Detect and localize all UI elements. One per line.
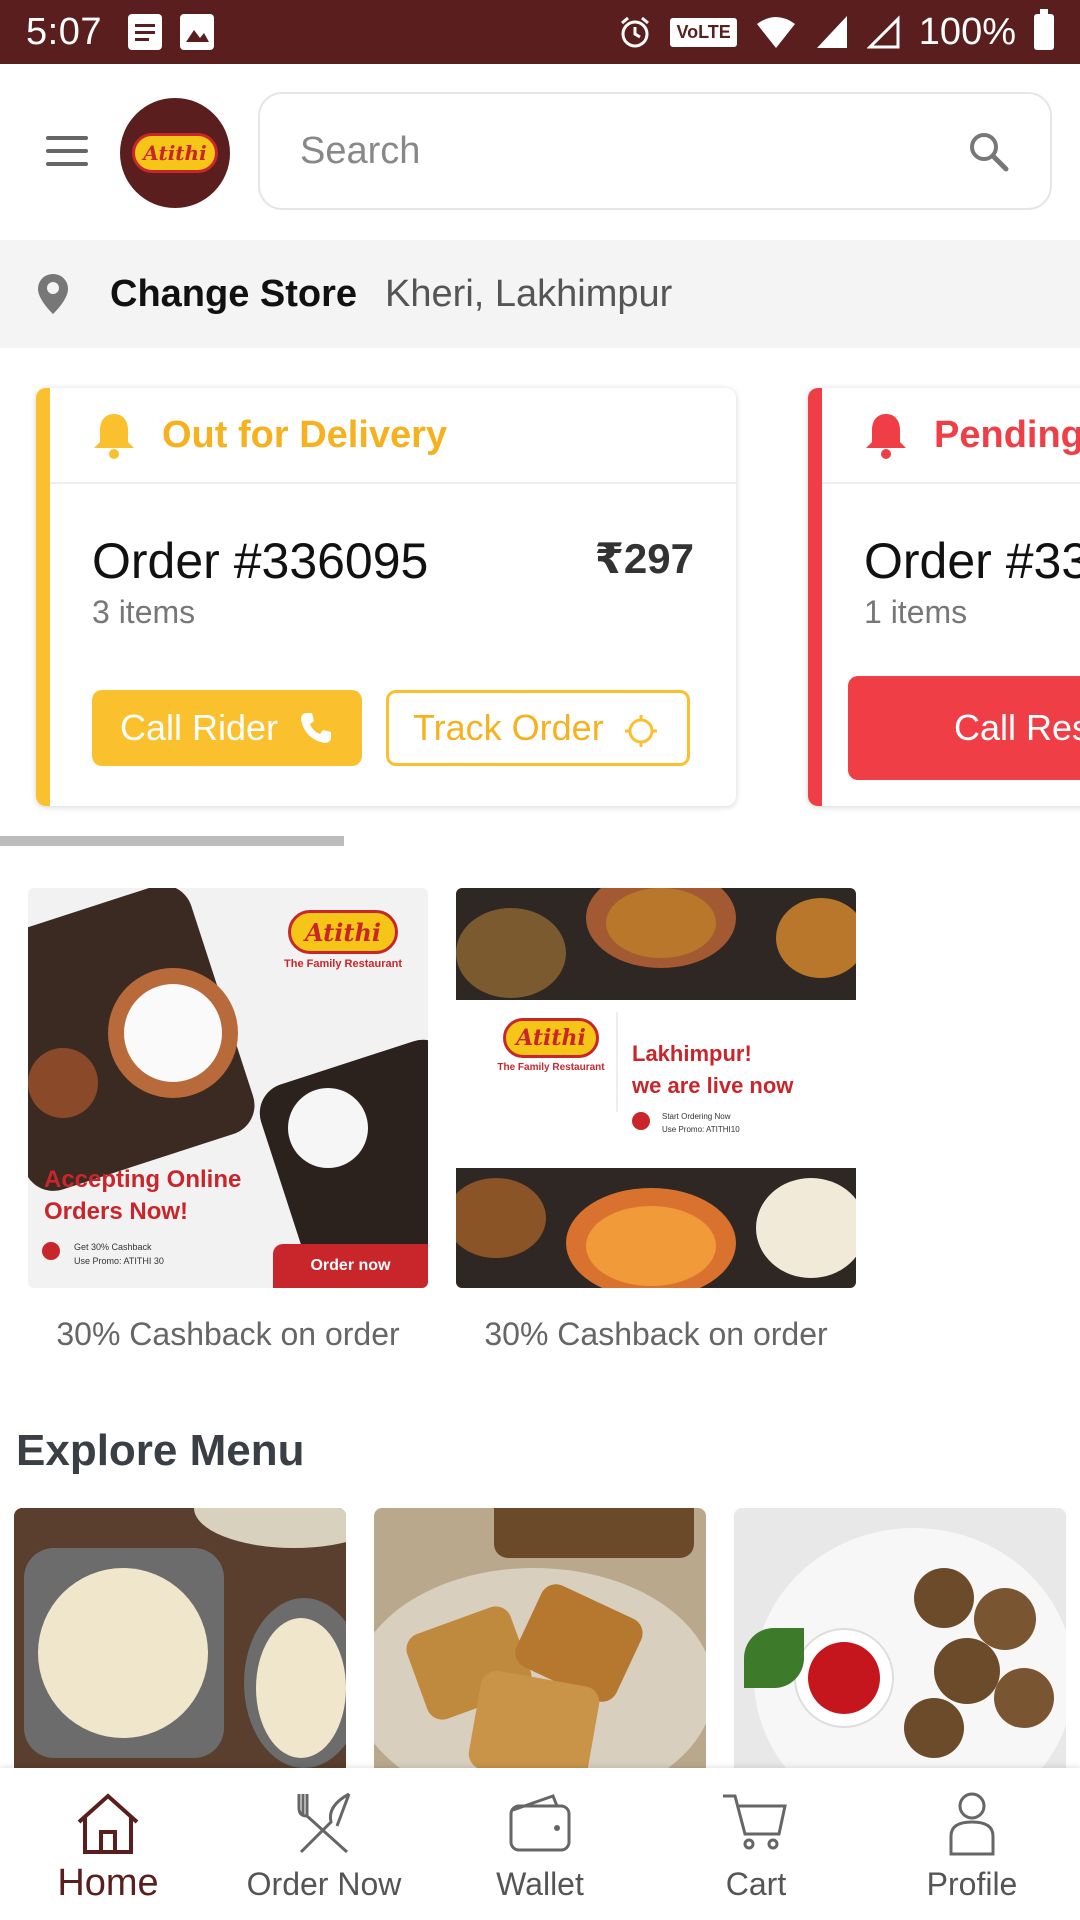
change-store-label[interactable]: Change Store: [110, 273, 357, 316]
call-restaurant-button[interactable]: Call Res: [848, 676, 1080, 780]
bottom-navigation: Home Order Now Wallet Cart Profile: [0, 1768, 1080, 1920]
promo-logo-text: Atithi: [304, 917, 382, 947]
crosshair-icon: [625, 715, 657, 747]
order-amount: ₹297: [594, 535, 694, 582]
order-card[interactable]: Pending Order #33 1 items Call Res: [808, 388, 1080, 806]
search-box[interactable]: Search: [258, 92, 1052, 210]
promo-caption: 30% Cashback on order: [484, 1316, 828, 1352]
top-header: Atithi Search: [0, 64, 1080, 238]
percent-badge-icon: [42, 1242, 60, 1260]
bell-icon: [94, 414, 134, 459]
order-card[interactable]: Out for Delivery Order #336095 3 items ₹…: [36, 388, 736, 806]
menu-category-tile[interactable]: [374, 1508, 706, 1768]
search-icon[interactable]: [966, 129, 1010, 173]
signal-empty-icon: [866, 15, 900, 49]
hamburger-menu-icon[interactable]: [46, 136, 88, 166]
promo-headline-1: Accepting Online: [44, 1166, 242, 1193]
bell-icon: [866, 414, 906, 459]
store-selector[interactable]: Change Store Kheri, Lakhimpur: [0, 240, 1080, 348]
logo-text: Atithi: [143, 141, 207, 165]
promo-banner[interactable]: Atithi The Family Restaurant Accepting O…: [28, 888, 428, 1288]
nav-cart-label: Cart: [725, 1866, 787, 1902]
promo-logo: Atithi The Family Restaurant: [278, 910, 408, 988]
track-order-label: Track Order: [413, 707, 604, 748]
nav-cart[interactable]: Cart: [648, 1768, 864, 1920]
promo-small-2: Use Promo: ATITHI10: [662, 1125, 740, 1134]
explore-menu-title: Explore Menu: [16, 1426, 305, 1475]
order-number: Order #33: [864, 533, 1080, 589]
volte-badge: VoLTE: [670, 17, 737, 47]
wifi-icon: [756, 17, 795, 48]
profile-icon: [949, 1792, 995, 1856]
image-notification-icon: [179, 14, 214, 50]
call-rider-label: Call Rider: [120, 707, 279, 748]
order-number: Order #336095: [92, 533, 429, 589]
carousel-scroll-indicator: [0, 836, 344, 846]
restaurant-logo[interactable]: Atithi: [120, 98, 230, 208]
promo-headline-1: Lakhimpur!: [632, 1041, 752, 1066]
nav-profile-label: Profile: [926, 1866, 1018, 1902]
wallet-icon: [509, 1794, 571, 1852]
promo-banner[interactable]: Atithi The Family Restaurant Lakhimpur! …: [456, 888, 856, 1288]
fork-knife-icon: [297, 1792, 351, 1854]
status-bar: 5:07 VoLTE 100%: [0, 0, 1080, 64]
nav-wallet-label: Wallet: [496, 1866, 584, 1902]
phone-icon: [301, 713, 331, 743]
search-input[interactable]: Search: [300, 130, 966, 173]
order-now-cta[interactable]: Order now: [273, 1244, 428, 1288]
promo-headline-2: Orders Now!: [44, 1198, 189, 1225]
battery-icon: [1034, 9, 1054, 50]
promo-small-1: Get 30% Cashback: [74, 1242, 152, 1252]
home-icon: [77, 1793, 139, 1854]
order-items-count: 1 items: [864, 594, 968, 630]
location-pin-icon: [38, 274, 68, 314]
status-time: 5:07: [26, 10, 102, 53]
alarm-icon: [621, 16, 650, 48]
promo-caption: 30% Cashback on order: [56, 1316, 400, 1352]
track-order-button[interactable]: Track Order: [386, 690, 690, 766]
order-status: Pending: [934, 413, 1080, 456]
promo-headline-2: we are live now: [632, 1073, 794, 1098]
promo-logo-subtitle: The Family Restaurant: [497, 1062, 605, 1073]
nav-wallet[interactable]: Wallet: [432, 1768, 648, 1920]
call-rider-button[interactable]: Call Rider: [92, 690, 362, 766]
nav-home[interactable]: Home: [0, 1768, 216, 1920]
promo-logo-text: Atithi: [516, 1025, 586, 1051]
promo-logo: Atithi The Family Restaurant: [486, 1018, 616, 1098]
menu-category-tile[interactable]: [14, 1508, 346, 1768]
promo-small-1: Start Ordering Now: [662, 1112, 731, 1121]
nav-order-now[interactable]: Order Now: [216, 1768, 432, 1920]
signal-icon: [816, 16, 847, 48]
call-restaurant-label: Call Res: [954, 707, 1080, 748]
app-screen: 5:07 VoLTE 100% Atithi Search Change Sto…: [0, 0, 1080, 1920]
menu-category-tile[interactable]: [734, 1508, 1066, 1768]
order-items-count: 3 items: [92, 594, 196, 630]
order-status: Out for Delivery: [162, 413, 448, 456]
nav-order-now-label: Order Now: [246, 1866, 402, 1902]
notes-notification-icon: [127, 14, 162, 50]
percent-badge-icon: [632, 1112, 650, 1130]
nav-home-label: Home: [57, 1862, 159, 1904]
battery-percent: 100%: [918, 10, 1016, 53]
promo-small-2: Use Promo: ATITHI 30: [74, 1256, 164, 1266]
promo-logo-subtitle: The Family Restaurant: [284, 958, 402, 970]
store-location: Kheri, Lakhimpur: [385, 272, 673, 315]
cart-icon: [723, 1794, 787, 1850]
nav-profile[interactable]: Profile: [864, 1768, 1080, 1920]
